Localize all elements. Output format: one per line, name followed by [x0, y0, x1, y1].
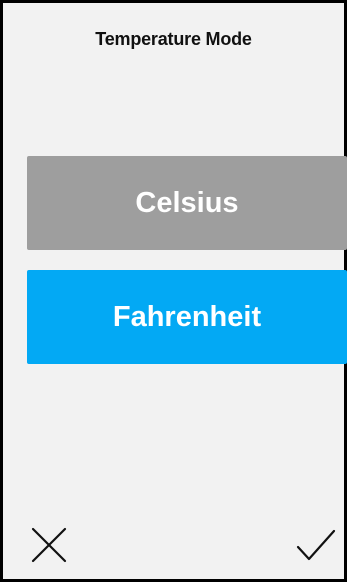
- temperature-mode-screen: Temperature Mode Celsius Fahrenheit: [0, 0, 347, 582]
- celsius-option-button[interactable]: Celsius: [27, 156, 347, 250]
- close-icon: [31, 527, 67, 563]
- celsius-option-label: Celsius: [135, 186, 239, 219]
- confirm-button[interactable]: [294, 523, 338, 567]
- check-icon: [296, 529, 336, 561]
- cancel-button[interactable]: [27, 523, 71, 567]
- fahrenheit-option-label: Fahrenheit: [112, 300, 262, 333]
- fahrenheit-option-button[interactable]: Fahrenheit: [27, 270, 347, 364]
- page-title: Temperature Mode: [95, 29, 252, 49]
